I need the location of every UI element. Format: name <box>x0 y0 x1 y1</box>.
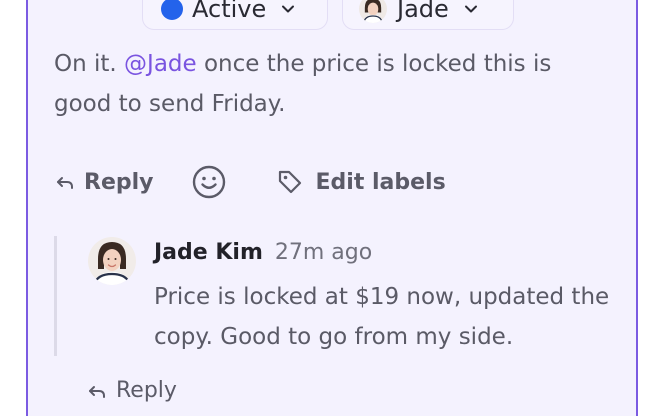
comment-text: On it. @Jade once the price is locked th… <box>54 51 552 117</box>
avatar <box>88 237 136 285</box>
thread-reply-button[interactable]: Reply <box>86 378 177 403</box>
reply-text: Price is locked at $19 now, updated the … <box>154 284 610 350</box>
reply-timestamp: 27m ago <box>274 240 373 265</box>
reply-arrow-icon <box>54 171 76 193</box>
add-reaction-button[interactable] <box>192 165 226 199</box>
assignee-label: Jade <box>397 0 449 23</box>
reply-label: Reply <box>84 169 154 195</box>
comment-actions: Reply Edit labels <box>54 162 446 202</box>
assignee-dropdown[interactable]: Jade <box>342 0 514 30</box>
avatar <box>359 0 387 23</box>
comment-card: Active Jade On it. @Jade once the price … <box>26 0 638 416</box>
reply-button[interactable]: Reply <box>54 170 154 195</box>
reply-author: Jade Kim <box>154 240 263 265</box>
status-dot-icon <box>161 0 183 20</box>
user-mention[interactable]: @Jade <box>124 51 197 77</box>
edit-labels-label: Edit labels <box>315 169 446 195</box>
chevron-down-icon <box>464 5 477 13</box>
thread-indicator <box>54 236 57 356</box>
reply-label: Reply <box>116 378 177 403</box>
chevron-down-icon <box>282 5 295 13</box>
status-label: Active <box>192 0 267 23</box>
status-dropdown[interactable]: Active <box>142 0 328 30</box>
reply-header: Jade Kim 27m ago <box>154 236 372 270</box>
smile-icon <box>192 165 225 199</box>
tag-icon <box>276 168 304 196</box>
edit-labels-button[interactable]: Edit labels <box>276 168 446 196</box>
reply-arrow-icon <box>86 380 108 402</box>
